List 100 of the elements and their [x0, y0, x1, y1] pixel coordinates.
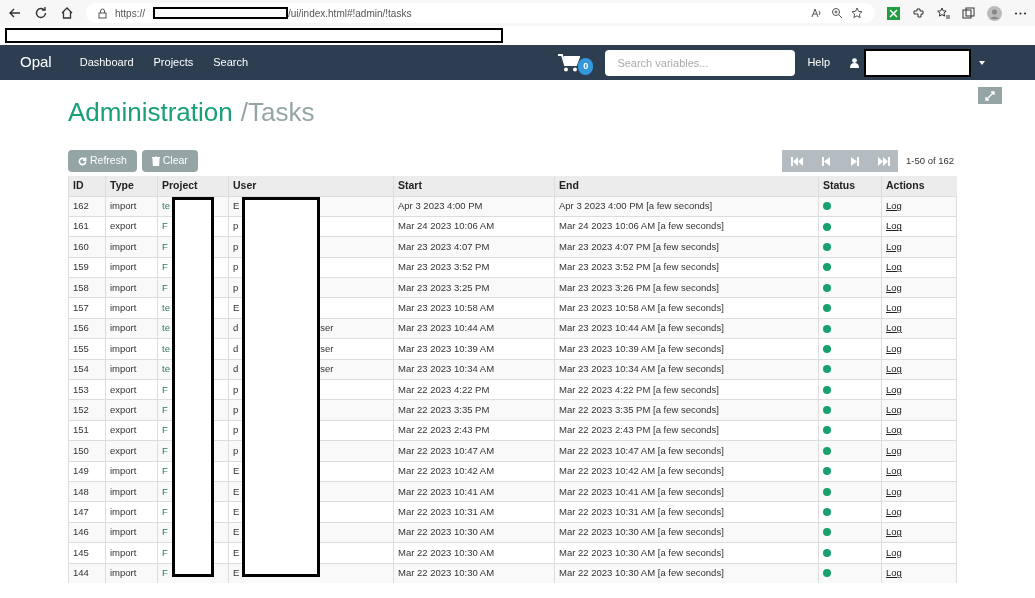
table-cell: ser — [320, 322, 334, 334]
log-link[interactable]: Log — [886, 403, 902, 415]
table-cell: E — [233, 302, 240, 313]
project-link[interactable]: F — [162, 444, 168, 456]
log-link[interactable]: Log — [886, 342, 902, 354]
pager-range-text: 1-50 of 162 — [906, 153, 956, 168]
help-link[interactable]: Help — [807, 54, 830, 71]
project-link[interactable]: F — [162, 281, 168, 293]
log-link[interactable]: Log — [886, 240, 902, 252]
table-cell: d — [233, 363, 239, 375]
log-link[interactable]: Log — [886, 220, 902, 232]
cart-count-badge: 0 — [578, 57, 594, 76]
refresh-icon — [78, 156, 87, 166]
log-link[interactable]: Log — [886, 424, 902, 436]
project-link[interactable]: F — [162, 220, 168, 232]
project-link[interactable]: te — [162, 200, 170, 212]
table-cell: Mar 22 2023 10:30 AM — [393, 563, 555, 584]
log-link[interactable]: Log — [886, 383, 902, 395]
table-cell: p — [233, 403, 239, 415]
table-cell: E — [233, 465, 240, 477]
log-link[interactable]: Log — [886, 505, 902, 517]
project-link[interactable]: F — [162, 424, 168, 436]
table-cell: E — [233, 546, 240, 558]
first-page-icon — [790, 156, 803, 166]
page-subtitle: /Tasks — [240, 99, 315, 125]
zoom-icon[interactable] — [831, 7, 843, 19]
nav-link[interactable]: Dashboard — [79, 54, 134, 71]
log-link[interactable]: Log — [886, 261, 902, 273]
brand-logo[interactable]: Opal — [20, 51, 52, 74]
collections-icon[interactable] — [962, 6, 975, 20]
trash-icon — [151, 156, 160, 166]
table-cell: p — [233, 444, 239, 456]
nav-link[interactable]: Search — [213, 54, 249, 71]
url-text: https:// — [115, 6, 145, 21]
page-title: Administration — [68, 99, 233, 125]
address-bar[interactable]: https:// /ui/index.html#!admin/!tasks — [86, 3, 875, 23]
table-cell: p — [233, 424, 239, 436]
table-cell: E — [233, 526, 240, 538]
log-link[interactable]: Log — [886, 465, 902, 477]
table-cell: p — [233, 261, 239, 273]
table-cell: d — [233, 342, 239, 354]
previous-page-icon — [821, 156, 830, 166]
next-page-icon — [850, 156, 859, 166]
read-aloud-icon[interactable] — [811, 7, 823, 19]
caret-icon[interactable] — [979, 60, 985, 65]
log-link[interactable]: Log — [886, 322, 902, 334]
lock-icon — [98, 7, 107, 19]
project-link[interactable]: F — [162, 505, 168, 517]
expand-icon — [985, 90, 995, 101]
project-link[interactable]: F — [162, 465, 168, 477]
project-link[interactable]: F — [162, 485, 168, 497]
home-icon[interactable] — [60, 6, 74, 20]
table-cell: p — [233, 383, 239, 395]
back-icon[interactable] — [8, 6, 22, 20]
extension-icon[interactable] — [912, 6, 925, 20]
table-cell: p — [233, 220, 239, 232]
last-page-icon — [877, 156, 890, 166]
project-link[interactable]: F — [162, 383, 168, 395]
table-cell: Mar 22 2023 10:30 AM [a few seconds] — [554, 563, 819, 584]
project-link[interactable]: te — [162, 302, 170, 313]
project-link[interactable]: F — [162, 261, 168, 273]
search-field[interactable]: Search variables... — [605, 49, 796, 76]
cart-icon[interactable] — [558, 53, 581, 72]
log-link[interactable]: Log — [886, 200, 902, 212]
project-link[interactable]: te — [162, 342, 170, 354]
project-link[interactable]: F — [162, 403, 168, 415]
table-cell: d — [233, 322, 239, 334]
favorites-icon[interactable] — [937, 6, 950, 20]
log-link[interactable]: Log — [886, 526, 902, 538]
reload-icon[interactable] — [34, 6, 48, 20]
project-link[interactable]: F — [162, 240, 168, 252]
log-link[interactable]: Log — [886, 546, 902, 558]
project-link[interactable]: F — [162, 526, 168, 538]
log-link[interactable]: Log — [886, 281, 902, 293]
url-text: /ui/index.html#!admin/!tasks — [288, 6, 412, 21]
log-link[interactable]: Log — [886, 444, 902, 456]
table-cell: ser — [320, 363, 334, 375]
table-cell: ser — [320, 342, 334, 354]
project-link[interactable]: te — [162, 322, 170, 334]
log-link[interactable]: Log — [886, 363, 902, 375]
project-link[interactable]: F — [162, 567, 168, 579]
nav-link[interactable]: Projects — [153, 54, 194, 71]
log-link[interactable]: Log — [886, 302, 902, 313]
table-cell: p — [233, 281, 239, 293]
project-link[interactable]: F — [162, 546, 168, 558]
table-cell: E — [233, 505, 240, 517]
table-cell: 144 — [68, 563, 106, 584]
project-link[interactable]: te — [162, 363, 170, 375]
profile-avatar-icon[interactable] — [987, 5, 1002, 21]
table-cell: import — [105, 563, 158, 584]
fullscreen-button[interactable] — [978, 87, 1002, 104]
table-cell: E — [233, 567, 240, 579]
table-cell: E — [233, 485, 240, 497]
table-cell: E — [233, 200, 240, 212]
user-icon — [850, 57, 859, 68]
table-cell: p — [233, 240, 239, 252]
log-link[interactable]: Log — [886, 567, 902, 579]
favorite-star-icon[interactable] — [851, 7, 863, 19]
log-link[interactable]: Log — [886, 485, 902, 497]
extension-icon[interactable] — [887, 6, 900, 20]
